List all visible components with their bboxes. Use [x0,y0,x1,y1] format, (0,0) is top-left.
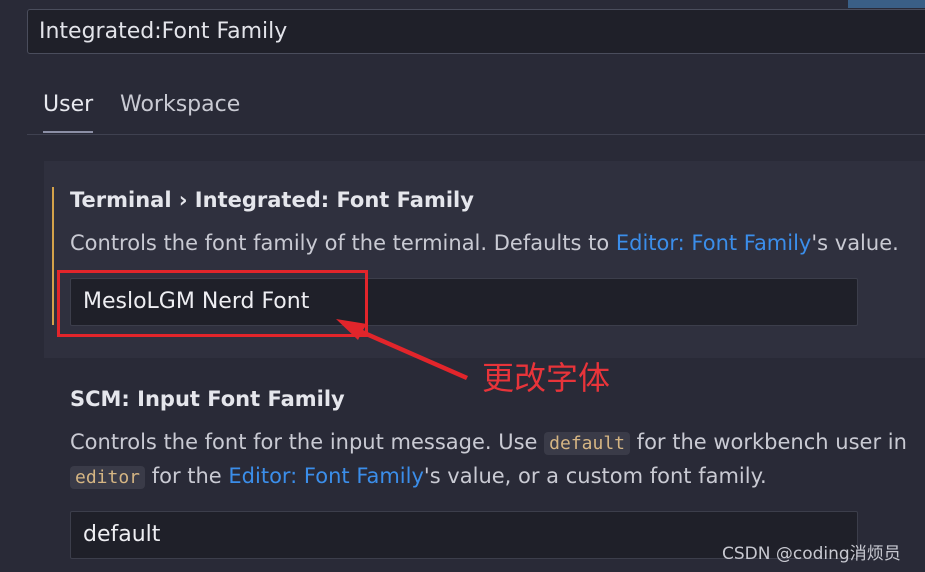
setting-title: SCM: Input Font Family [70,387,345,411]
annotation-label: 更改字体 [482,359,611,397]
setting-description-line2: editor for the Editor: Font Family's val… [70,464,767,489]
editor-font-family-link[interactable]: Editor: Font Family [228,464,424,488]
watermark: CSDN @coding消烦员 [722,544,901,564]
setting-description: Controls the font for the input message.… [70,430,907,455]
code-editor: editor [70,466,146,489]
code-default: default [544,432,630,455]
description-text: for the workbench user in [630,430,907,454]
description-text: for the [145,464,229,488]
setting-title-text: SCM: Input Font Family [70,387,345,411]
description-text: 's value, or a custom font family. [423,464,767,488]
description-text: Controls the font for the input message.… [70,430,545,454]
annotation-arrow-shape [336,319,468,380]
